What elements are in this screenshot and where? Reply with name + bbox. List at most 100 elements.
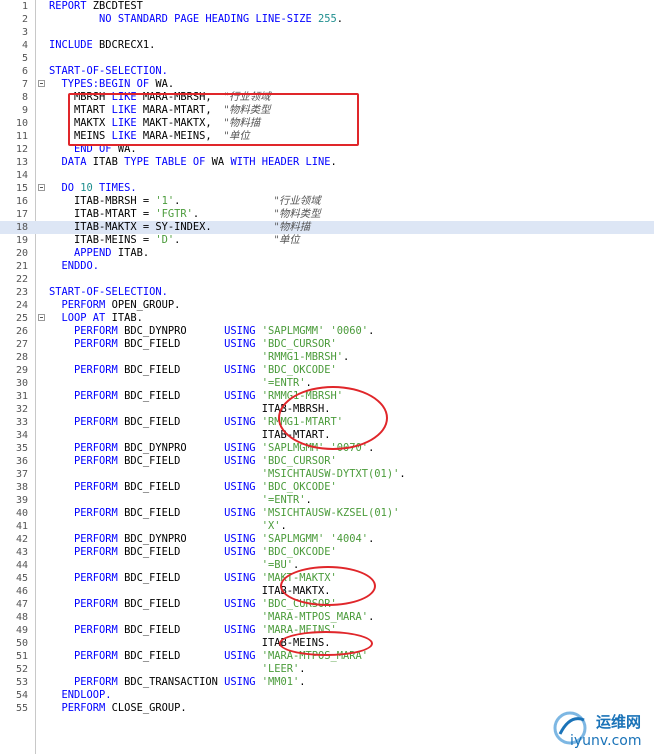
code-line[interactable]: 20 APPEND ITAB.: [0, 247, 654, 260]
line-number: 52: [15, 664, 28, 675]
code-token-id: [49, 520, 262, 532]
code-line[interactable]: 44 '=BU'.: [0, 559, 654, 572]
line-code: END OF WA.: [49, 143, 137, 156]
code-line[interactable]: 38 PERFORM BDC_FIELD USING 'BDC_OKCODE': [0, 481, 654, 494]
code-line[interactable]: 3: [0, 26, 654, 39]
code-line[interactable]: 52 'LEER'.: [0, 663, 654, 676]
code-token-id: BDC_FIELD: [124, 507, 225, 519]
line-code: ITAB-MTART = 'FGTR'. "物料类型: [49, 208, 321, 221]
code-line[interactable]: 43 PERFORM BDC_FIELD USING 'BDC_OKCODE': [0, 546, 654, 559]
code-token-str: 'MSICHTAUSW-KZSEL(01)': [261, 507, 400, 519]
line-number: 27: [15, 339, 28, 350]
code-token-kw: PERFORM: [49, 325, 125, 337]
line-code: ITAB-MTART.: [49, 429, 331, 442]
code-line[interactable]: 16 ITAB-MBRSH = '1'. "行业领域: [0, 195, 654, 208]
code-line[interactable]: 6 START-OF-SELECTION.: [0, 65, 654, 78]
code-token-id: .: [336, 13, 344, 25]
code-line[interactable]: 50 ITAB-MEINS.: [0, 637, 654, 650]
line-number: 43: [15, 547, 28, 558]
code-token-str: 'BDC_CURSOR': [261, 598, 337, 610]
code-token-str: 'FGTR': [155, 208, 193, 220]
code-token-kw: USING: [224, 481, 262, 493]
line-number: 14: [15, 170, 28, 181]
code-line[interactable]: 46 ITAB-MAKTX.: [0, 585, 654, 598]
code-token-kw: PERFORM: [49, 455, 125, 467]
code-line[interactable]: 31 PERFORM BDC_FIELD USING 'RMMG1-MBRSH': [0, 390, 654, 403]
code-token-id: MARA-MTART,: [142, 104, 225, 116]
code-line[interactable]: 17 ITAB-MTART = 'FGTR'. "物料类型: [0, 208, 654, 221]
code-editor[interactable]: 1 REPORT ZBCDTEST 2 NO STANDARD PAGE HEADI…: [0, 0, 654, 754]
code-line[interactable]: 12 END OF WA.: [0, 143, 654, 156]
line-code: PERFORM BDC_FIELD USING 'RMMG1-MTART': [49, 416, 343, 429]
code-token-kw: PERFORM: [49, 533, 125, 545]
code-token-id: [180, 195, 274, 207]
code-line[interactable]: 9 MTART LIKE MARA-MTART, "物料类型: [0, 104, 654, 117]
code-line[interactable]: 2 NO STANDARD PAGE HEADING LINE-SIZE 255…: [0, 13, 654, 26]
code-line[interactable]: 39 '=ENTR'.: [0, 494, 654, 507]
code-token-id: BDC_DYNPRO: [124, 325, 225, 337]
code-line[interactable]: 5: [0, 52, 654, 65]
fold-toggle-icon[interactable]: [38, 184, 45, 191]
code-line[interactable]: 45 PERFORM BDC_FIELD USING 'MAKT-MAKTX': [0, 572, 654, 585]
code-line[interactable]: 47 PERFORM BDC_FIELD USING 'BDC_CURSOR': [0, 598, 654, 611]
code-line[interactable]: 49 PERFORM BDC_FIELD USING 'MARA-MEINS': [0, 624, 654, 637]
code-line[interactable]: 21 ENDDO.: [0, 260, 654, 273]
code-line[interactable]: 26 PERFORM BDC_DYNPRO USING 'SAPLMGMM' '…: [0, 325, 654, 338]
code-token-id: BDC_FIELD: [124, 481, 225, 493]
code-line[interactable]: 19 ITAB-MEINS = 'D'. "单位: [0, 234, 654, 247]
code-line[interactable]: 18 ITAB-MAKTX = SY-INDEX. "物料描: [0, 221, 654, 234]
code-line[interactable]: 30 '=ENTR'.: [0, 377, 654, 390]
code-token-kw: USING: [224, 416, 262, 428]
code-token-id: ZBCDTEST: [92, 0, 143, 12]
code-line[interactable]: 34 ITAB-MTART.: [0, 429, 654, 442]
code-line[interactable]: 35 PERFORM BDC_DYNPRO USING 'SAPLMGMM' '…: [0, 442, 654, 455]
code-line[interactable]: 7 TYPES:BEGIN OF WA.: [0, 78, 654, 91]
code-line[interactable]: 41 'X'.: [0, 520, 654, 533]
line-code: PERFORM BDC_FIELD USING 'MSICHTAUSW-KZSE…: [49, 507, 399, 520]
code-line[interactable]: 29 PERFORM BDC_FIELD USING 'BDC_OKCODE': [0, 364, 654, 377]
code-line[interactable]: 11 MEINS LIKE MARA-MEINS, "单位: [0, 130, 654, 143]
code-line[interactable]: 36 PERFORM BDC_FIELD USING 'BDC_CURSOR': [0, 455, 654, 468]
code-line[interactable]: 33 PERFORM BDC_FIELD USING 'RMMG1-MTART': [0, 416, 654, 429]
code-line[interactable]: 27 PERFORM BDC_FIELD USING 'BDC_CURSOR': [0, 338, 654, 351]
line-number: 34: [15, 430, 28, 441]
code-line[interactable]: 24 PERFORM OPEN_GROUP.: [0, 299, 654, 312]
fold-toggle-icon[interactable]: [38, 80, 45, 87]
code-token-cmt: "物料类型: [224, 104, 271, 116]
code-line[interactable]: 42 PERFORM BDC_DYNPRO USING 'SAPLMGMM' '…: [0, 533, 654, 546]
code-token-id: [180, 234, 274, 246]
code-line[interactable]: 54 ENDLOOP.: [0, 689, 654, 702]
code-token-id: BDC_FIELD: [124, 416, 225, 428]
code-token-id: .: [330, 156, 337, 168]
code-token-id: MARA-MBRSH,: [142, 91, 225, 103]
code-token-kw: END OF: [49, 143, 118, 155]
code-line[interactable]: 15 DO 10 TIMES.: [0, 182, 654, 195]
code-token-id: [49, 611, 262, 623]
line-number: 28: [15, 352, 28, 363]
code-line[interactable]: 13 DATA ITAB TYPE TABLE OF WA WITH HEADE…: [0, 156, 654, 169]
code-line[interactable]: 22: [0, 273, 654, 286]
code-token-id: MARA-MEINS,: [142, 130, 225, 142]
code-line[interactable]: 32 ITAB-MBRSH.: [0, 403, 654, 416]
code-line[interactable]: 53 PERFORM BDC_TRANSACTION USING 'MM01'.: [0, 676, 654, 689]
code-line[interactable]: 10 MAKTX LIKE MAKT-MAKTX, "物料描: [0, 117, 654, 130]
code-line[interactable]: 14: [0, 169, 654, 182]
code-line[interactable]: 4 INCLUDE BDCRECX1.: [0, 39, 654, 52]
code-token-kw: APPEND: [49, 247, 118, 259]
code-line[interactable]: 51 PERFORM BDC_FIELD USING 'MARA-MTPOS_M…: [0, 650, 654, 663]
fold-toggle-icon[interactable]: [38, 314, 45, 321]
code-line[interactable]: 8 MBRSH LIKE MARA-MBRSH, "行业领域: [0, 91, 654, 104]
code-line[interactable]: 48 'MARA-MTPOS_MARA'.: [0, 611, 654, 624]
code-line[interactable]: 25 LOOP AT ITAB.: [0, 312, 654, 325]
line-code: PERFORM BDC_TRANSACTION USING 'MM01'.: [49, 676, 306, 689]
code-token-id: BDC_TRANSACTION: [124, 676, 225, 688]
code-line[interactable]: 1 REPORT ZBCDTEST: [0, 0, 654, 13]
code-line[interactable]: 23 START-OF-SELECTION.: [0, 286, 654, 299]
code-token-kw: USING: [224, 533, 262, 545]
code-line[interactable]: 40 PERFORM BDC_FIELD USING 'MSICHTAUSW-K…: [0, 507, 654, 520]
code-token-kw: PERFORM: [49, 624, 125, 636]
code-line[interactable]: 37 'MSICHTAUSW-DYTXT(01)'.: [0, 468, 654, 481]
line-number: 53: [15, 677, 28, 688]
code-token-id: WA.: [117, 143, 137, 155]
code-line[interactable]: 28 'RMMG1-MBRSH'.: [0, 351, 654, 364]
